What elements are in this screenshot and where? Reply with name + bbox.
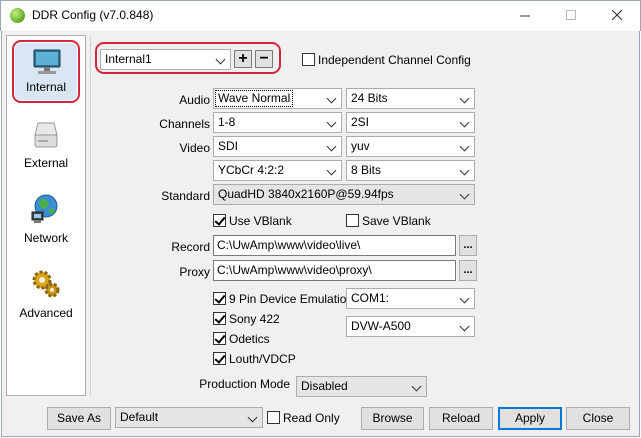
- chevron-down-icon: [460, 89, 470, 108]
- video-label: Video: [179, 141, 210, 155]
- com-port-value: COM1:: [351, 291, 390, 305]
- video-select[interactable]: SDI: [213, 136, 342, 157]
- sidebar-item-network[interactable]: Network: [7, 186, 85, 256]
- audio-bits-select[interactable]: 24 Bits: [346, 88, 475, 109]
- apply-button[interactable]: Apply: [498, 407, 562, 430]
- odetics-label: Odetics: [229, 332, 270, 346]
- maximize-button[interactable]: [548, 0, 594, 30]
- preset-select-value: Default: [120, 410, 159, 424]
- channel-select[interactable]: Internal1: [100, 49, 231, 70]
- video-bits-value: 8 Bits: [351, 163, 382, 177]
- louth-vdcp-label: Louth/VDCP: [229, 352, 296, 366]
- production-mode-value: Disabled: [301, 379, 348, 393]
- proxy-path-input[interactable]: C:\UwAmp\www\video\proxy\: [213, 260, 456, 281]
- standard-label: Standard: [161, 189, 210, 203]
- close-window-button[interactable]: [594, 0, 640, 30]
- save-vblank-label: Save VBlank: [362, 214, 431, 228]
- production-mode-label: Production Mode: [199, 377, 290, 391]
- video-select-value: SDI: [218, 139, 239, 153]
- chevron-down-icon: [327, 89, 337, 108]
- standard-select[interactable]: QuadHD 3840x2160P@59.94fps: [213, 184, 475, 205]
- sidebar-item-label: Network: [23, 231, 68, 245]
- add-channel-button[interactable]: +: [234, 50, 252, 68]
- sidebar-item-label: External: [23, 156, 69, 170]
- sidebar-item-advanced[interactable]: Advanced: [7, 261, 85, 331]
- reload-button[interactable]: Reload: [429, 407, 493, 430]
- chevron-down-icon: [216, 50, 226, 69]
- use-vblank-checkbox[interactable]: [213, 214, 226, 227]
- proxy-browse-button[interactable]: ...: [459, 260, 477, 281]
- channels-label: Channels: [159, 117, 210, 131]
- app-icon: [10, 8, 25, 23]
- chevron-down-icon: [460, 161, 470, 180]
- device-model-value: DVW-A500: [351, 319, 411, 333]
- com-port-select[interactable]: COM1:: [346, 288, 475, 309]
- nine-pin-label: 9 Pin Device Emulation: [229, 292, 354, 306]
- channels-mode-select[interactable]: 2SI: [346, 112, 475, 133]
- sony-422-checkbox[interactable]: [213, 312, 226, 325]
- independent-channel-checkbox[interactable]: [302, 53, 315, 66]
- sidebar-item-label: Advanced: [19, 306, 73, 320]
- audio-select-value: Wave Normal: [214, 90, 294, 107]
- window-title: DDR Config (v7.0.848): [32, 8, 154, 22]
- minimize-icon: [519, 15, 530, 16]
- audio-bits-value: 24 Bits: [351, 91, 388, 105]
- video-sampling-value: YCbCr 4:2:2: [218, 163, 285, 177]
- minimize-button[interactable]: [502, 0, 548, 30]
- video-sampling-select[interactable]: YCbCr 4:2:2: [213, 160, 342, 181]
- drive-icon: [34, 122, 58, 148]
- sony-422-label: Sony 422: [229, 312, 280, 326]
- close-icon: [611, 9, 622, 20]
- remove-channel-button[interactable]: −: [255, 50, 273, 68]
- independent-channel-label: Independent Channel Config: [318, 53, 471, 67]
- maximize-icon: [565, 9, 576, 20]
- record-label: Record: [171, 240, 210, 254]
- chevron-down-icon: [460, 317, 470, 336]
- sidebar-item-external[interactable]: External: [7, 111, 85, 181]
- chevron-down-icon: [460, 289, 470, 308]
- gears-icon: [32, 270, 60, 298]
- chevron-down-icon: [248, 408, 258, 427]
- production-mode-select[interactable]: Disabled: [296, 376, 427, 397]
- save-vblank-checkbox[interactable]: [346, 214, 359, 227]
- channels-select[interactable]: 1-8: [213, 112, 342, 133]
- chevron-down-icon: [460, 113, 470, 132]
- record-path-input[interactable]: C:\UwAmp\www\video\live\: [213, 235, 456, 256]
- save-as-button[interactable]: Save As: [47, 407, 111, 430]
- browse-button[interactable]: Browse: [361, 407, 424, 430]
- video-bits-select[interactable]: 8 Bits: [346, 160, 475, 181]
- channel-select-value: Internal1: [105, 52, 152, 66]
- odetics-checkbox[interactable]: [213, 332, 226, 345]
- read-only-label: Read Only: [283, 411, 340, 425]
- channels-select-value: 1-8: [218, 115, 236, 129]
- standard-select-value: QuadHD 3840x2160P@59.94fps: [218, 187, 394, 201]
- use-vblank-label: Use VBlank: [229, 214, 292, 228]
- chevron-down-icon: [327, 113, 337, 132]
- category-sidebar: Internal External Network Advanced: [6, 35, 86, 396]
- monitor-icon: [33, 49, 61, 74]
- network-globe-icon: [31, 194, 58, 223]
- sidebar-item-label: Internal: [25, 80, 67, 94]
- audio-label: Audio: [179, 93, 210, 107]
- chevron-down-icon: [460, 137, 470, 156]
- record-browse-button[interactable]: ...: [459, 235, 477, 256]
- preset-select[interactable]: Default: [115, 407, 263, 428]
- nine-pin-checkbox[interactable]: [213, 292, 226, 305]
- chevron-down-icon: [460, 185, 470, 204]
- device-model-select[interactable]: DVW-A500: [346, 316, 475, 337]
- video-format-value: yuv: [351, 139, 370, 153]
- close-button[interactable]: Close: [566, 407, 630, 430]
- read-only-checkbox[interactable]: [267, 411, 280, 424]
- video-format-select[interactable]: yuv: [346, 136, 475, 157]
- channels-mode-value: 2SI: [351, 115, 370, 129]
- chevron-down-icon: [412, 377, 422, 396]
- chevron-down-icon: [327, 161, 337, 180]
- sidebar-item-internal[interactable]: Internal: [7, 36, 85, 106]
- proxy-label: Proxy: [179, 265, 210, 279]
- audio-select[interactable]: Wave Normal: [213, 88, 342, 109]
- chevron-down-icon: [327, 137, 337, 156]
- louth-vdcp-checkbox[interactable]: [213, 352, 226, 365]
